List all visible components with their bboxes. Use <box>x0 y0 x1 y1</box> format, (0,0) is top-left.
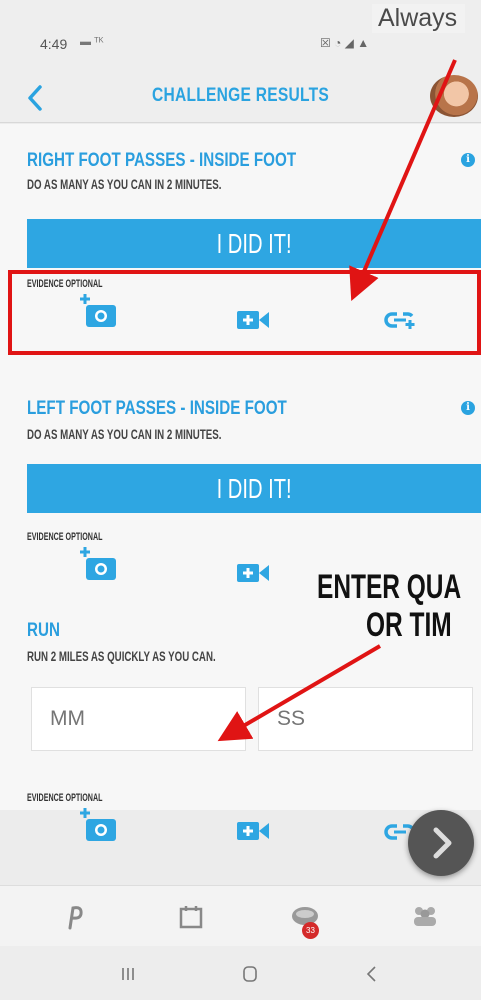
challenge-description: DO AS MANY AS YOU CAN IN 2 MINUTES. <box>27 177 222 192</box>
challenge-card: LEFT FOOT PASSES - INSIDE FOOT i DO AS M… <box>0 384 481 594</box>
i-did-it-button[interactable]: I DID IT! <box>27 219 481 268</box>
calendar-icon[interactable] <box>178 904 204 930</box>
add-video-icon[interactable] <box>236 562 270 584</box>
info-icon[interactable]: i <box>461 401 475 415</box>
evidence-highlight-box <box>8 270 481 355</box>
annotation-enter-text: ENTER QUA <box>317 568 462 606</box>
annotation-enter-text-2: OR TIM <box>366 606 452 644</box>
chevron-right-icon <box>433 827 452 859</box>
app-header: CHALLENGE RESULTS <box>0 75 481 123</box>
button-label: I DID IT! <box>216 473 292 504</box>
bottom-nav: 33 <box>0 885 481 946</box>
home-logo-icon[interactable] <box>64 904 86 930</box>
challenge-title: RUN <box>27 620 60 641</box>
challenge-title: RIGHT FOOT PASSES - INSIDE FOOT <box>27 150 297 171</box>
recent-apps-icon[interactable] <box>118 964 138 984</box>
evidence-label: EVIDENCE OPTIONAL <box>27 792 103 804</box>
challenge-description: RUN 2 MILES AS QUICKLY AS YOU CAN. <box>27 649 216 664</box>
status-time: 4:49 <box>40 36 68 52</box>
challenge-title: LEFT FOOT PASSES - INSIDE FOOT <box>27 398 287 419</box>
notification-icons: ▬ ᵀᴷ <box>80 36 104 48</box>
challenge-list[interactable]: RIGHT FOOT PASSES - INSIDE FOOT i DO AS … <box>0 124 481 810</box>
add-photo-icon[interactable] <box>80 806 122 846</box>
avatar[interactable] <box>430 75 478 117</box>
next-button[interactable] <box>408 810 474 876</box>
button-label: I DID IT! <box>216 228 292 259</box>
i-did-it-button[interactable]: I DID IT! <box>27 464 481 513</box>
back-nav-icon[interactable] <box>362 964 382 984</box>
system-status-icons: ☒ ◔ ◢ ▲ <box>320 36 370 50</box>
minutes-input[interactable] <box>31 687 246 751</box>
home-icon[interactable] <box>240 964 260 984</box>
info-icon[interactable]: i <box>461 153 475 167</box>
challenge-description: DO AS MANY AS YOU CAN IN 2 MINUTES. <box>27 427 222 442</box>
system-nav-bar <box>0 946 481 1000</box>
evidence-label: EVIDENCE OPTIONAL <box>27 531 103 543</box>
add-photo-icon[interactable] <box>80 545 122 585</box>
page-title: CHALLENGE RESULTS <box>151 85 330 106</box>
notification-badge: 33 <box>302 922 319 939</box>
annotation-always-text: Always <box>372 4 466 33</box>
seconds-input[interactable] <box>258 687 473 751</box>
add-video-icon[interactable] <box>236 820 270 842</box>
team-icon[interactable] <box>410 904 440 930</box>
